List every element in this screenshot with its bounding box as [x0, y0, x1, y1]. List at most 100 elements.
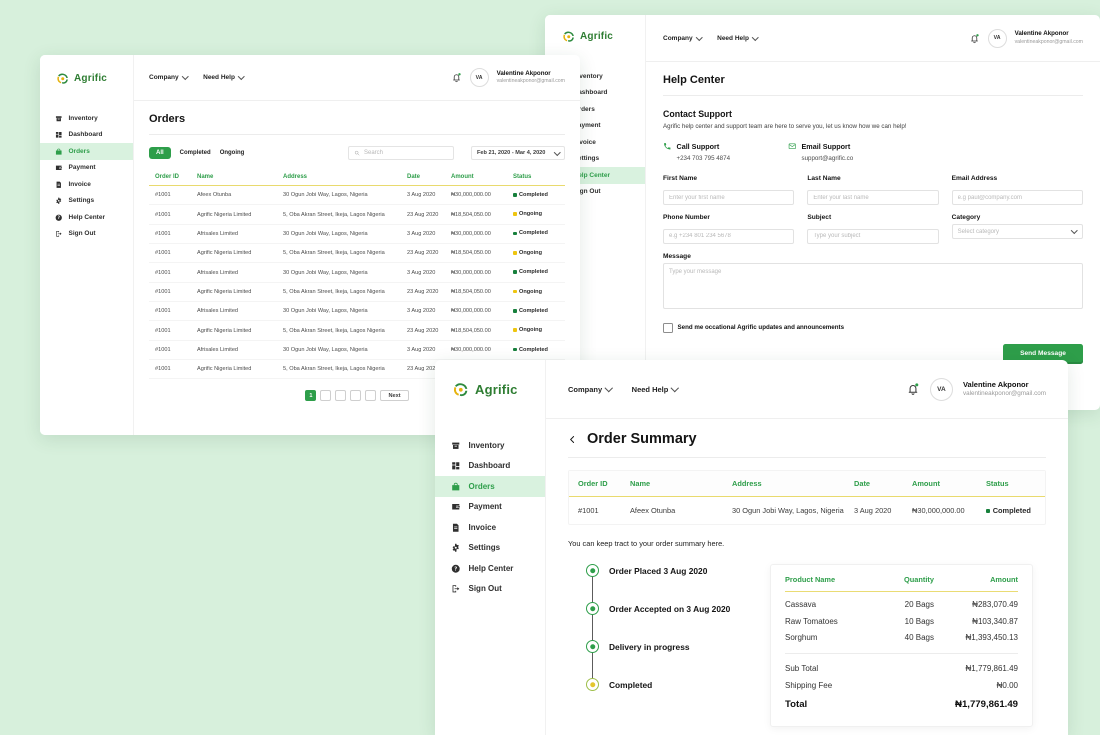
sidebar-item-sign-out[interactable]: Sign Out: [40, 226, 133, 243]
sidebar-item-label: Orders: [468, 481, 495, 491]
user-meta: Valentine Akponor valentineakponor@gmail…: [497, 70, 565, 85]
subject-field-group: Subject: [807, 214, 939, 244]
col-quantity: Quantity: [904, 575, 934, 585]
chevron-down-icon: [553, 148, 560, 156]
first-name-field[interactable]: [663, 190, 795, 205]
category-field-group: Category Select category: [951, 214, 1083, 244]
phone-field-group: Phone Number: [663, 214, 795, 244]
sidebar-item-sign-out[interactable]: Sign Out: [435, 579, 545, 600]
page-title: Orders: [149, 113, 565, 135]
sidebar-item-orders[interactable]: Orders: [40, 143, 133, 160]
order-row[interactable]: #1001 Agrific Nigeria Limited 5, Oba Akr…: [149, 244, 565, 264]
need-help-menu[interactable]: Need Help: [632, 384, 679, 394]
page-button-7[interactable]: [350, 390, 362, 402]
phone-field[interactable]: [663, 229, 795, 244]
company-menu-label: Company: [149, 74, 179, 81]
status-badge: Completed: [513, 308, 548, 314]
agrific-logo: Agrific: [545, 15, 645, 60]
order-row[interactable]: #1001 Afrisales Limited 30 Ogun Jobi Way…: [149, 302, 565, 322]
agrific-logo: Agrific: [40, 55, 133, 100]
status-badge: Completed: [513, 269, 548, 275]
sidebar-item-inventory[interactable]: Inventory: [40, 110, 133, 127]
sidebar-item-orders[interactable]: Orders: [435, 476, 545, 497]
user-meta: Valentine Akponor valentineakponor@gmail…: [963, 380, 1046, 399]
avatar[interactable]: VA: [469, 68, 489, 87]
order-row[interactable]: #1001 Agrific Nigeria Limited 5, Oba Akr…: [149, 321, 565, 341]
avatar[interactable]: VA: [987, 28, 1007, 48]
sidebar-item-label: Settings: [68, 197, 95, 205]
date-range-value: Feb 21, 2020 - Mar 4, 2020: [477, 150, 546, 156]
sidebar-item-inventory[interactable]: Inventory: [435, 435, 545, 456]
col-product-name: Product Name: [785, 575, 836, 585]
sidebar-item-payment[interactable]: Payment: [435, 497, 545, 518]
order-row[interactable]: #1001 Afeex Otunba 30 Ogun Jobi Way, Lag…: [569, 497, 1045, 524]
topbar: Company Need Help VA Valentine Akponor v…: [646, 15, 1100, 62]
updates-checkbox[interactable]: [663, 323, 673, 333]
page-button-6[interactable]: [335, 390, 347, 402]
order-row[interactable]: #1001 Agrific Nigeria Limited 5, Oba Akr…: [149, 205, 565, 225]
timeline-marker-icon: [586, 678, 599, 692]
svg-text:?: ?: [454, 566, 457, 572]
subject-field[interactable]: [807, 229, 939, 244]
sidebar-item-invoice[interactable]: Invoice: [435, 517, 545, 538]
page-button-current[interactable]: 1: [305, 390, 317, 402]
date-range-picker[interactable]: Feb 21, 2020 - Mar 4, 2020: [471, 146, 565, 160]
shipping-fee-value: ₦0.00: [996, 680, 1018, 690]
company-menu[interactable]: Company: [568, 384, 613, 394]
sidebar-item-settings[interactable]: Settings: [435, 538, 545, 559]
page-button-5[interactable]: [320, 390, 332, 402]
sidebar-item-payment[interactable]: Payment: [40, 160, 133, 177]
sidebar-item-label: Sign Out: [468, 584, 502, 594]
back-icon[interactable]: [568, 435, 577, 444]
timeline-marker-icon: [586, 602, 599, 616]
user-name: Valentine Akponor: [1014, 30, 1069, 38]
sidebar-item-label: Help Center: [68, 213, 105, 221]
need-help-menu-label: Need Help: [203, 74, 235, 81]
sidebar-item-help-center[interactable]: ? Help Center: [40, 209, 133, 226]
filter-all[interactable]: All: [149, 147, 171, 159]
col-order-id: Order ID: [578, 479, 608, 488]
sidebar-item-label: Invoice: [68, 180, 91, 188]
timeline-step-completed: Completed: [586, 678, 730, 692]
search-input[interactable]: Search: [348, 146, 454, 160]
bell-icon[interactable]: [969, 33, 980, 44]
updates-checkbox-row[interactable]: Send me occational Agrific updates and a…: [663, 323, 1083, 333]
filter-ongoing[interactable]: Ongoing: [220, 150, 245, 156]
sidebar-item-dashboard[interactable]: Dashboard: [40, 127, 133, 144]
timeline-step-delivery-in-progress: Delivery in progress: [586, 640, 730, 654]
sidebar-item-invoice[interactable]: Invoice: [40, 176, 133, 193]
company-menu[interactable]: Company: [149, 73, 189, 81]
order-row[interactable]: #1001 Afrisales Limited 30 Ogun Jobi Way…: [149, 263, 565, 283]
sidebar-item-settings[interactable]: Settings: [40, 193, 133, 210]
summary-table-header: Order ID Name Address Date Amount Status: [569, 471, 1045, 497]
last-name-field[interactable]: [807, 190, 939, 205]
need-help-menu[interactable]: Need Help: [717, 33, 759, 42]
message-field[interactable]: [663, 263, 1083, 309]
desktop-background: Agrific Inventory Dashboard Orders Payme…: [0, 0, 1100, 735]
bell-icon[interactable]: [451, 72, 462, 83]
help-center-window: Agrific Inventory Dashboard Orders Payme…: [545, 15, 1100, 410]
avatar[interactable]: VA: [929, 377, 953, 401]
bell-icon[interactable]: [906, 382, 920, 396]
email-field[interactable]: [951, 190, 1083, 205]
company-menu[interactable]: Company: [663, 33, 703, 42]
category-select[interactable]: Select category: [951, 224, 1083, 239]
order-row[interactable]: #1001 Afrisales Limited 30 Ogun Jobi Way…: [149, 341, 565, 361]
help-icon: ?: [55, 214, 63, 222]
help-center-content: Help Center Contact Support Agrific help…: [646, 62, 1100, 410]
order-row[interactable]: #1001 Afrisales Limited 30 Ogun Jobi Way…: [149, 225, 565, 245]
need-help-menu[interactable]: Need Help: [203, 73, 245, 81]
sidebar-item-dashboard[interactable]: Dashboard: [435, 456, 545, 477]
sidebar-item-help-center[interactable]: ? Help Center: [435, 558, 545, 579]
total-row: Total ₦1,779,861.49: [785, 699, 1018, 711]
filter-completed[interactable]: Completed: [180, 150, 211, 156]
col-name: Name: [197, 174, 214, 180]
first-name-label: First Name: [663, 175, 698, 182]
page-button-8[interactable]: [365, 390, 377, 402]
sidebar: Agrific Inventory Dashboard Orders Payme…: [40, 55, 134, 435]
status-badge: Completed: [513, 192, 548, 198]
agrific-logo: Agrific: [435, 360, 545, 419]
order-row[interactable]: #1001 Agrific Nigeria Limited 5, Oba Akr…: [149, 283, 565, 303]
next-page-button[interactable]: Next: [380, 390, 409, 402]
order-row[interactable]: #1001 Afeex Otunba 30 Ogun Jobi Way, Lag…: [149, 186, 565, 206]
